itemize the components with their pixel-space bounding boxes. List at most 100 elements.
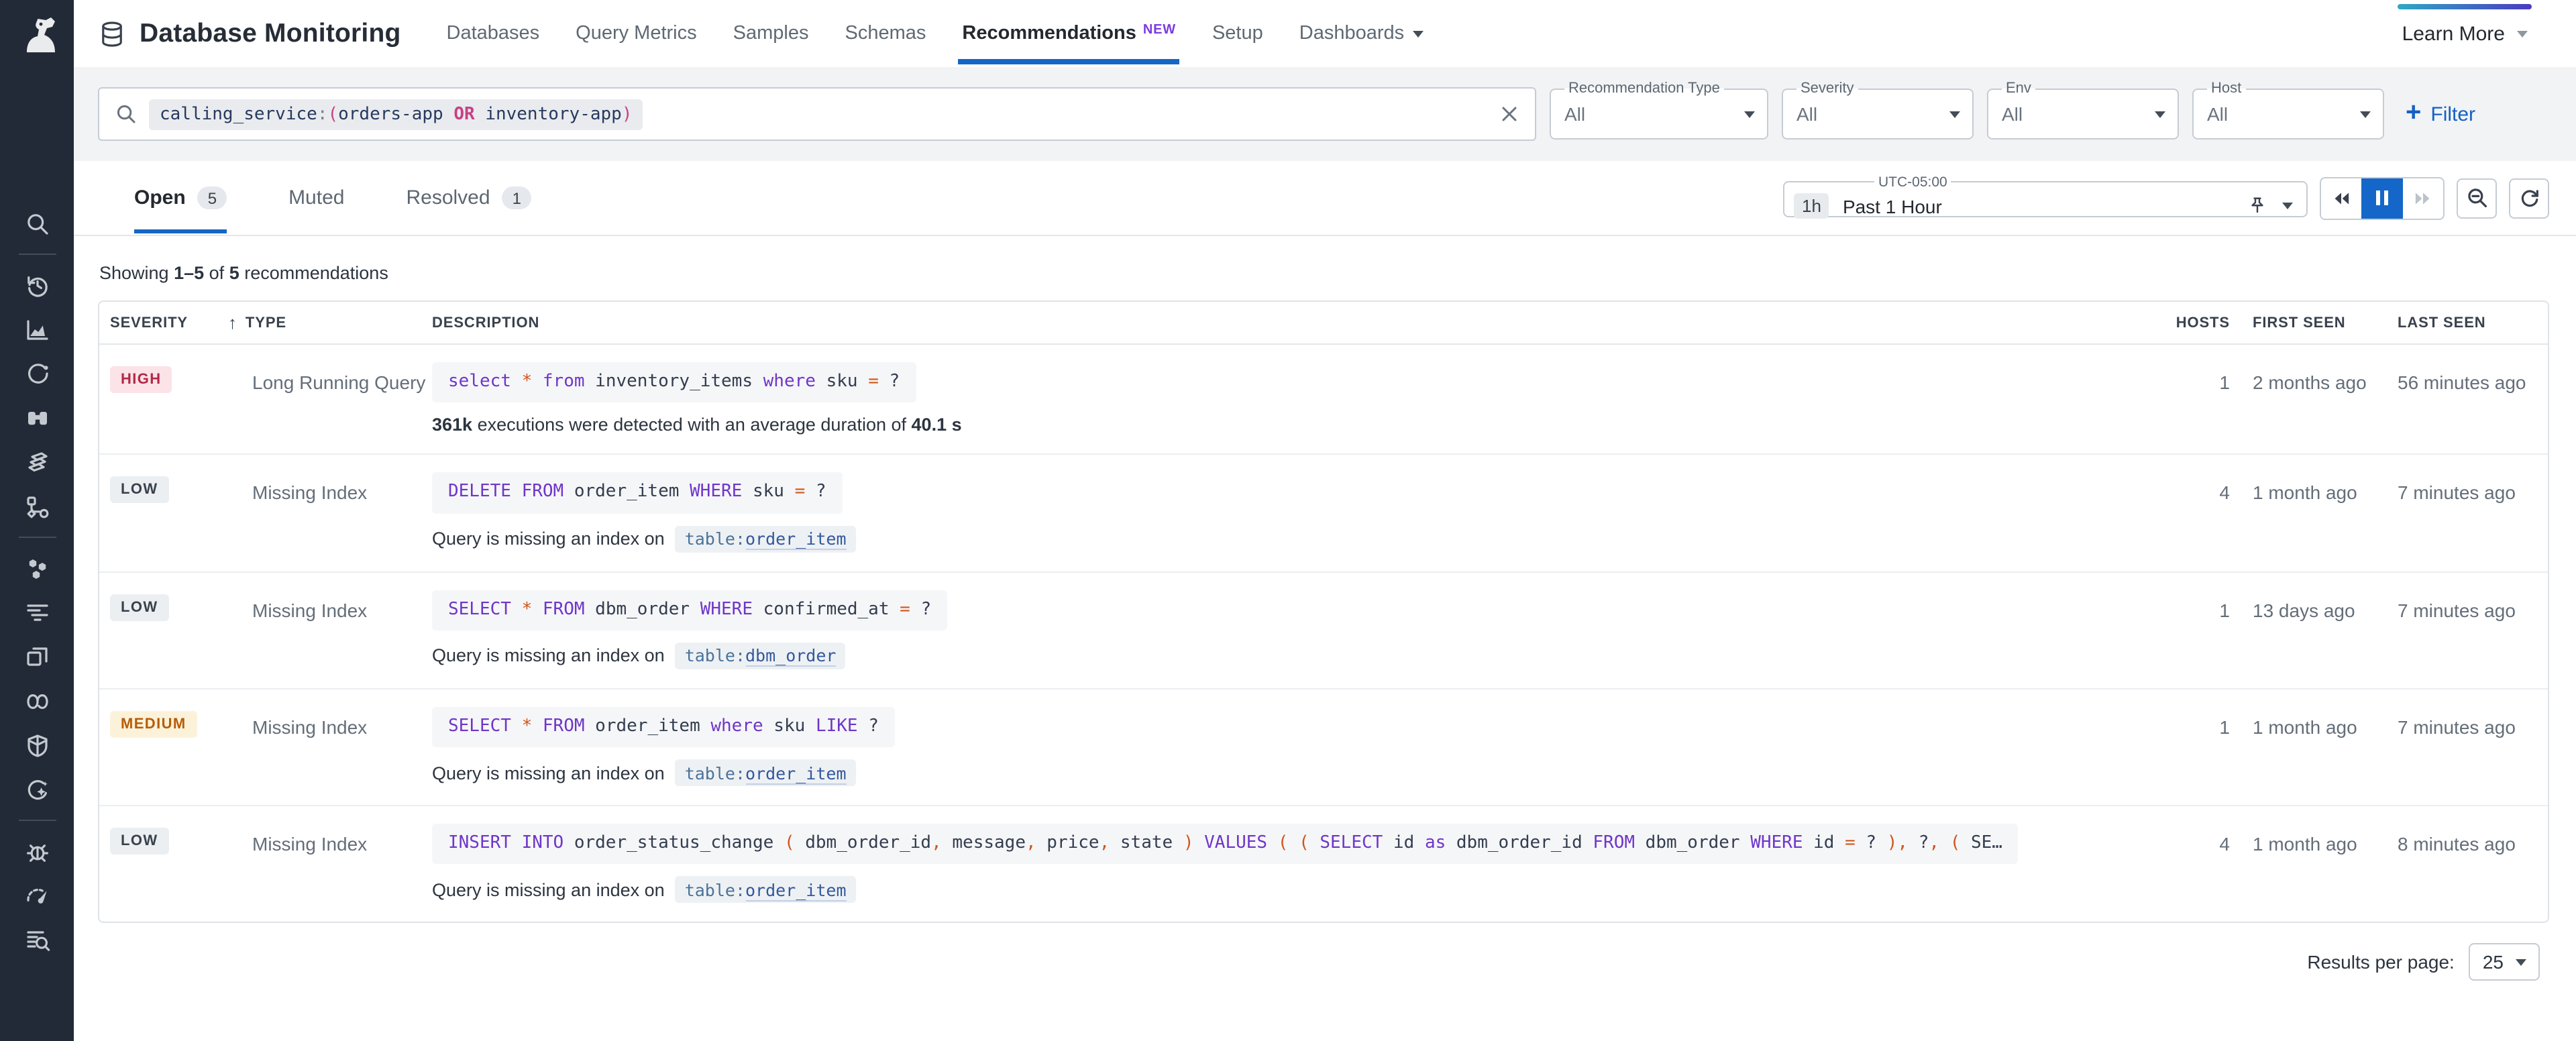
time-shortcut-chip[interactable]: 1h bbox=[1794, 193, 1829, 219]
table-row[interactable]: LOW Missing Index SELECT * FROM dbm_orde… bbox=[99, 571, 2548, 688]
column-header-last-seen[interactable]: LAST SEEN bbox=[2398, 315, 2548, 331]
sql-query: SELECT * FROM order_item where sku LIKE … bbox=[432, 707, 895, 748]
table-tag[interactable]: table:order_item bbox=[676, 759, 856, 786]
severity-filter[interactable]: Severity All bbox=[1782, 80, 1974, 140]
table-row[interactable]: LOW Missing Index DELETE FROM order_item… bbox=[99, 454, 2548, 571]
datadog-logo-icon[interactable] bbox=[0, 0, 74, 70]
pin-icon[interactable] bbox=[2247, 196, 2267, 216]
logs-icon[interactable] bbox=[23, 599, 50, 626]
results-per-page-label: Results per page: bbox=[2307, 952, 2454, 973]
recommendation-type: Missing Index bbox=[228, 599, 432, 669]
tab-open-label: Open bbox=[134, 186, 186, 209]
tab-resolved[interactable]: Resolved 1 bbox=[406, 161, 531, 235]
page-title-group: Database Monitoring bbox=[98, 18, 401, 49]
software-catalog-icon[interactable] bbox=[23, 449, 50, 476]
nav-databases[interactable]: Databases bbox=[447, 0, 540, 67]
row-note: 361k executions were detected with an av… bbox=[432, 415, 962, 435]
tab-resolved-label: Resolved bbox=[406, 186, 490, 209]
top-nav: Databases Query Metrics Samples Schemas … bbox=[447, 0, 1424, 67]
host-filter[interactable]: Host All bbox=[2192, 80, 2384, 140]
plus-icon: + bbox=[2406, 99, 2421, 126]
column-header-type-label: TYPE bbox=[246, 315, 286, 331]
table-row[interactable]: HIGH Long Running Query select * from in… bbox=[99, 345, 2548, 454]
tab-muted[interactable]: Muted bbox=[288, 161, 344, 235]
hosts-count: 4 bbox=[2163, 482, 2230, 553]
first-seen: 1 month ago bbox=[2253, 833, 2398, 903]
recommendation-type-filter[interactable]: Recommendation Type All bbox=[1550, 80, 1768, 140]
nav-recommendations-label: Recommendations bbox=[962, 23, 1136, 44]
time-range-picker[interactable]: UTC-05:00 1h Past 1 Hour bbox=[1783, 174, 2308, 217]
table-tag[interactable]: table:order_item bbox=[676, 525, 856, 552]
nav-dashboards-label: Dashboards bbox=[1299, 23, 1404, 44]
nav-samples[interactable]: Samples bbox=[733, 0, 809, 67]
table-tag[interactable]: table:order_item bbox=[676, 877, 856, 903]
history-icon[interactable] bbox=[23, 272, 50, 298]
slo-gauge-icon[interactable] bbox=[23, 882, 50, 909]
error-tracking-icon[interactable] bbox=[23, 838, 50, 865]
search-icon[interactable] bbox=[23, 210, 50, 237]
apm-icon[interactable] bbox=[23, 360, 50, 387]
nav-schemas[interactable]: Schemas bbox=[845, 0, 926, 67]
zoom-out-button[interactable] bbox=[2457, 178, 2497, 218]
column-header-severity[interactable]: SEVERITY bbox=[99, 315, 228, 331]
nav-query-metrics[interactable]: Query Metrics bbox=[576, 0, 697, 67]
table-row[interactable]: LOW Missing Index INSERT INTO order_stat… bbox=[99, 805, 2548, 922]
hosts-count: 4 bbox=[2163, 833, 2230, 903]
dashboards-icon[interactable] bbox=[23, 643, 50, 670]
recommendation-type: Long Running Query bbox=[228, 372, 432, 435]
sidebar-divider bbox=[18, 254, 56, 255]
recommendations-table: SEVERITY ↑ TYPE DESCRIPTION HOSTS FIRST … bbox=[98, 300, 2549, 924]
row-note: Query is missing an index on bbox=[432, 529, 665, 549]
severity-badge: HIGH bbox=[110, 366, 172, 393]
row-note: Query is missing an index on bbox=[432, 763, 665, 783]
first-seen: 1 month ago bbox=[2253, 716, 2398, 787]
recommendation-type: Missing Index bbox=[228, 482, 432, 553]
time-backward-button[interactable] bbox=[2321, 178, 2361, 218]
table-row[interactable]: MEDIUM Missing Index SELECT * FROM order… bbox=[99, 688, 2548, 806]
add-filter-button[interactable]: + Filter bbox=[2406, 101, 2475, 127]
watchdog-icon[interactable] bbox=[23, 404, 50, 431]
nav-dashboards[interactable]: Dashboards bbox=[1299, 0, 1423, 67]
infrastructure-icon[interactable] bbox=[23, 555, 50, 582]
tab-open[interactable]: Open 5 bbox=[134, 161, 227, 235]
nav-setup[interactable]: Setup bbox=[1212, 0, 1263, 67]
last-seen: 56 minutes ago bbox=[2398, 372, 2548, 435]
nav-recommendations[interactable]: Recommendations NEW bbox=[962, 0, 1176, 67]
timezone-label: UTC-05:00 bbox=[1874, 174, 1951, 190]
column-header-hosts[interactable]: HOSTS bbox=[2163, 315, 2230, 331]
security-icon[interactable] bbox=[23, 732, 50, 759]
pagination: Results per page: 25 bbox=[74, 944, 2540, 981]
hosts-count: 1 bbox=[2163, 716, 2230, 787]
log-search-icon[interactable] bbox=[23, 926, 50, 953]
ai-assistant-icon[interactable] bbox=[23, 776, 50, 803]
filter-value: All bbox=[1564, 103, 1585, 125]
row-note: Query is missing an index on bbox=[432, 880, 665, 900]
chevron-down-icon[interactable] bbox=[2282, 203, 2293, 209]
time-forward-button[interactable] bbox=[2403, 178, 2443, 218]
status-tabs: Open 5 Muted Resolved 1 bbox=[134, 161, 531, 235]
workflows-icon[interactable] bbox=[23, 493, 50, 520]
env-filter[interactable]: Env All bbox=[1987, 80, 2179, 140]
chevron-down-icon bbox=[2516, 959, 2526, 966]
refresh-button[interactable] bbox=[2509, 178, 2549, 218]
severity-badge: LOW bbox=[110, 477, 169, 504]
ci-pipelines-icon[interactable] bbox=[23, 688, 50, 714]
clear-search-icon[interactable] bbox=[1500, 105, 1519, 123]
table-tag[interactable]: table:dbm_order bbox=[676, 643, 846, 669]
sidebar-nav bbox=[18, 201, 56, 962]
column-header-type[interactable]: ↑ TYPE bbox=[228, 313, 432, 333]
hosts-count: 1 bbox=[2163, 599, 2230, 669]
top-bar: Database Monitoring Databases Query Metr… bbox=[74, 0, 2576, 67]
learn-more-button[interactable]: Learn More bbox=[2398, 0, 2532, 67]
search-query-token[interactable]: calling_service:(orders-app OR inventory… bbox=[149, 99, 643, 129]
search-input[interactable]: calling_service:(orders-app OR inventory… bbox=[98, 87, 1536, 141]
column-header-first-seen[interactable]: FIRST SEEN bbox=[2253, 315, 2398, 331]
sql-query: select * from inventory_items where sku … bbox=[432, 362, 916, 403]
metrics-icon[interactable] bbox=[23, 316, 50, 343]
time-range-label: Past 1 Hour bbox=[1843, 195, 1942, 217]
pause-button[interactable] bbox=[2361, 178, 2403, 218]
sort-ascending-icon: ↑ bbox=[228, 313, 237, 333]
results-per-page-select[interactable]: 25 bbox=[2469, 944, 2540, 981]
app-window: Database Monitoring Databases Query Metr… bbox=[0, 0, 2576, 1041]
results-per-page-value: 25 bbox=[2483, 952, 2504, 973]
